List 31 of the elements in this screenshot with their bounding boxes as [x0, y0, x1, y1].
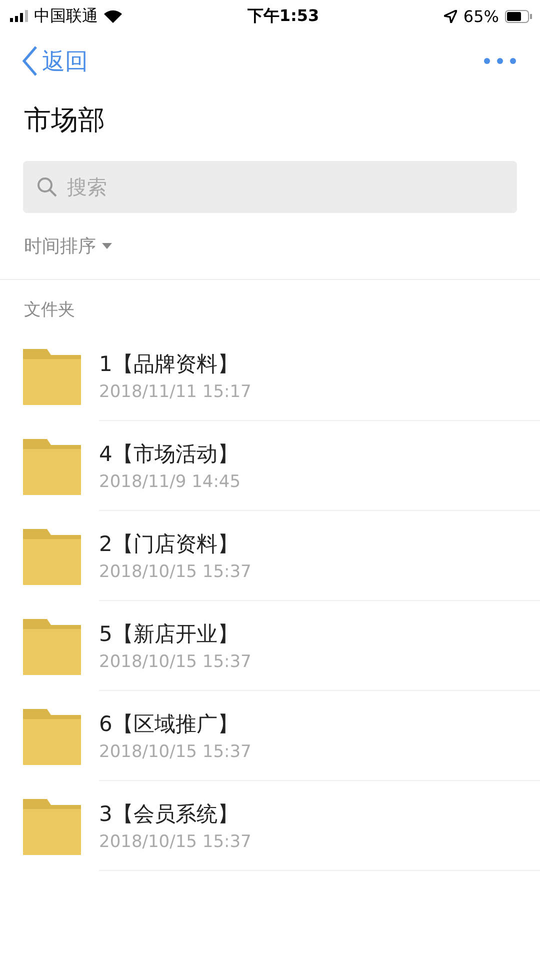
folder-name[interactable]: 5【新店开业】 [99, 620, 540, 648]
location-icon [444, 10, 458, 22]
folder-icon [23, 527, 81, 585]
folder-date: 2018/10/15 15:37 [99, 562, 252, 582]
section-label: 文件夹 [23, 299, 76, 322]
folder-icon [23, 617, 81, 675]
clock-time: 下午1:53 [247, 6, 320, 26]
folder-name[interactable]: 4【市场活动】 [99, 440, 540, 468]
folder-name[interactable]: 1【品牌资料】 [99, 350, 540, 378]
signal-icon [10, 10, 28, 22]
page-title: 市场部 [24, 104, 106, 138]
folder-icon [23, 437, 81, 495]
folder-icon [23, 707, 81, 765]
caret-icon [102, 243, 112, 249]
folder-icon [23, 797, 81, 855]
battery-percent: 65% [463, 6, 499, 26]
folder-date: 2018/10/15 15:37 [99, 832, 252, 852]
carrier-name: 中国联通 [34, 6, 98, 26]
wifi-icon [104, 10, 122, 22]
folder-name[interactable]: 2【门店资料】 [99, 530, 540, 558]
battery-icon [504, 10, 532, 22]
chevron-left-icon [22, 46, 38, 76]
folder-date: 2018/10/15 15:37 [99, 652, 252, 672]
search-field[interactable]: 搜索 [23, 161, 517, 213]
folder-name[interactable]: 3【会员系统】 [99, 800, 540, 828]
search-icon [37, 177, 57, 197]
folder-date: 2018/10/15 15:37 [99, 742, 252, 762]
folder-icon [23, 347, 81, 405]
folder-name[interactable]: 6【区域推广】 [99, 710, 540, 738]
folder-date: 2018/11/11 15:17 [99, 382, 252, 402]
folder-date: 2018/11/9 14:45 [99, 472, 242, 492]
